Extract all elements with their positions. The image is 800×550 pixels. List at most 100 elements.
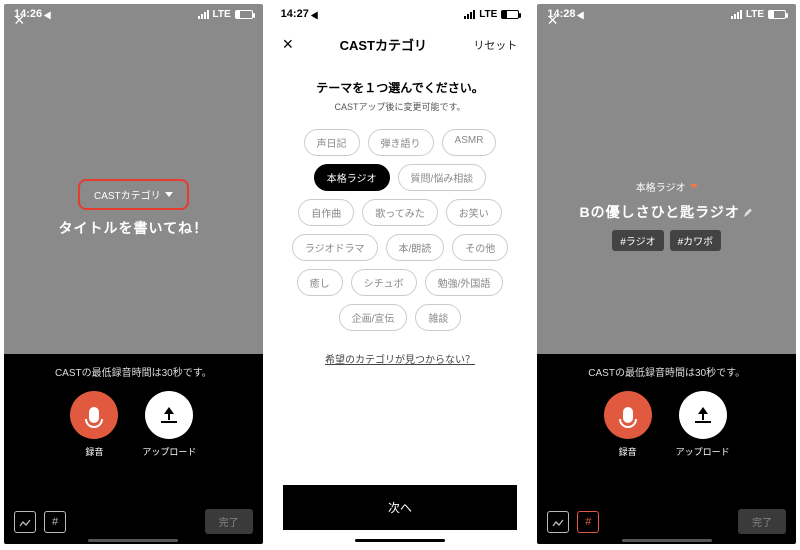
upload-button[interactable]: アップロード <box>676 391 730 458</box>
category-pill[interactable]: 声日記 <box>304 129 360 156</box>
record-label: 録音 <box>85 445 103 458</box>
battery-icon <box>235 10 253 19</box>
category-pill[interactable]: シチュボ <box>351 269 417 296</box>
done-button[interactable]: 完了 <box>738 509 786 534</box>
location-icon <box>44 9 54 19</box>
screen-2-category-picker: 14:27 LTE × CASTカテゴリ リセット テーマを１つ選んでください。… <box>271 4 530 544</box>
action-buttons: 録音 アップロード <box>70 391 196 458</box>
record-circle <box>70 391 118 439</box>
image-tool-icon[interactable] <box>547 511 569 533</box>
network-label: LTE <box>746 9 764 20</box>
action-buttons: 録音 アップロード <box>604 391 730 458</box>
status-time: 14:27 <box>281 8 309 20</box>
category-modal: 14:27 LTE × CASTカテゴリ リセット テーマを１つ選んでください。… <box>271 4 530 544</box>
hashtag-tool-icon[interactable]: # <box>577 511 599 533</box>
next-label: 次へ <box>388 501 412 515</box>
network-label: LTE <box>479 9 497 20</box>
record-button[interactable]: 録音 <box>70 391 118 458</box>
category-pill[interactable]: 勉強/外国語 <box>425 269 504 296</box>
category-pill[interactable]: 自作曲 <box>298 199 354 226</box>
category-label: 本格ラジオ <box>636 179 686 194</box>
battery-icon <box>768 10 786 19</box>
upper-panel: 14:28 LTE × 本格ラジオ Bの優しさひと匙ラジオ #ラジオ #カワボ <box>537 4 796 354</box>
category-pill[interactable]: 本格ラジオ <box>314 164 390 191</box>
hashtag-chip[interactable]: #カワボ <box>670 230 722 251</box>
hashtag-chip[interactable]: #ラジオ <box>612 230 663 251</box>
status-right: LTE <box>198 9 253 20</box>
signal-icon <box>198 10 209 19</box>
mic-icon <box>89 407 99 423</box>
chevron-down-icon <box>690 184 698 189</box>
close-icon[interactable]: × <box>547 10 558 31</box>
screen-1-recorder-empty: 14:26 LTE × CASTカテゴリ タイトルを書いてね！ CASTの最低録… <box>4 4 263 544</box>
center-stack: 本格ラジオ Bの優しさひと匙ラジオ #ラジオ #カワボ <box>537 179 796 251</box>
hashtag-row: #ラジオ #カワボ <box>612 230 721 251</box>
status-bar: 14:27 LTE <box>271 4 530 24</box>
lower-panel: CASTの最低録音時間は30秒です。 録音 アップロード # 完了 <box>4 354 263 544</box>
chevron-down-icon <box>165 192 173 197</box>
modal-header: × CASTカテゴリ リセット <box>271 24 530 65</box>
signal-icon <box>464 10 475 19</box>
upload-label: アップロード <box>142 445 196 458</box>
upload-icon <box>695 407 711 423</box>
min-record-text: CASTの最低録音時間は30秒です。 <box>55 364 212 379</box>
image-tool-icon[interactable] <box>14 511 36 533</box>
screen-3-recorder-filled: 14:28 LTE × 本格ラジオ Bの優しさひと匙ラジオ #ラジオ#カワボ C <box>537 4 796 544</box>
missing-category-link[interactable]: 希望のカテゴリが見つからない？ <box>271 351 530 366</box>
hashtag-tool-icon[interactable]: # <box>44 511 66 533</box>
bottom-toolbar: # 完了 <box>537 509 796 534</box>
status-right: LTE <box>731 9 786 20</box>
done-label: 完了 <box>752 518 772 529</box>
location-icon <box>311 9 321 19</box>
reset-button[interactable]: リセット <box>473 37 517 53</box>
next-button[interactable]: 次へ <box>283 485 518 530</box>
mic-icon <box>623 407 633 423</box>
category-pill[interactable]: ASMR <box>442 129 497 156</box>
min-record-text: CASTの最低録音時間は30秒です。 <box>588 364 745 379</box>
category-pill[interactable]: その他 <box>452 234 508 261</box>
status-right: LTE <box>464 9 519 20</box>
title-input[interactable]: Bの優しさひと匙ラジオ <box>579 202 753 222</box>
home-indicator <box>88 539 178 542</box>
done-label: 完了 <box>219 518 239 529</box>
modal-title: CASTカテゴリ <box>340 35 427 54</box>
signal-icon <box>731 10 742 19</box>
category-pill[interactable]: 企画/宣伝 <box>339 304 408 331</box>
category-pill[interactable]: 癒し <box>297 269 343 296</box>
done-button[interactable]: 完了 <box>205 509 253 534</box>
record-circle <box>604 391 652 439</box>
title-text: Bの優しさひと匙ラジオ <box>579 202 739 222</box>
location-icon <box>577 9 587 19</box>
close-icon[interactable]: × <box>14 10 25 31</box>
record-label: 録音 <box>619 445 637 458</box>
upload-circle <box>145 391 193 439</box>
upload-button[interactable]: アップロード <box>142 391 196 458</box>
upload-icon <box>161 407 177 423</box>
record-button[interactable]: 録音 <box>604 391 652 458</box>
category-selector[interactable]: 本格ラジオ <box>636 179 698 194</box>
close-icon[interactable]: × <box>283 34 294 55</box>
center-stack: CASTカテゴリ タイトルを書いてね！ <box>4 179 263 238</box>
subtitle: テーマを１つ選んでください。 <box>271 79 530 96</box>
category-selector[interactable]: CASTカテゴリ <box>78 179 189 210</box>
category-pill[interactable]: 弾き語り <box>368 129 434 156</box>
upload-label: アップロード <box>676 445 730 458</box>
category-pill[interactable]: 本/朗読 <box>386 234 445 261</box>
status-time-group: 14:27 <box>281 8 320 20</box>
category-pill[interactable]: 雑談 <box>415 304 461 331</box>
title-input[interactable]: タイトルを書いてね！ <box>59 218 209 238</box>
category-list: 声日記弾き語り ASMR 本格ラジオ質問/悩み相談自作曲歌ってみたお笑いラジオドラマ… <box>271 113 530 339</box>
category-pill[interactable]: お笑い <box>446 199 502 226</box>
category-pill[interactable]: ラジオドラマ <box>292 234 378 261</box>
upper-panel: 14:26 LTE × CASTカテゴリ タイトルを書いてね！ <box>4 4 263 354</box>
battery-icon <box>501 10 519 19</box>
upload-circle <box>679 391 727 439</box>
home-indicator <box>355 539 445 542</box>
home-indicator <box>622 539 712 542</box>
category-pill[interactable]: 質問/悩み相談 <box>398 164 487 191</box>
pencil-icon <box>744 207 754 217</box>
category-pill[interactable]: 歌ってみた <box>362 199 438 226</box>
lower-panel: CASTの最低録音時間は30秒です。 録音 アップロード # 完了 <box>537 354 796 544</box>
status-bar: 14:28 LTE <box>537 4 796 24</box>
bottom-toolbar: # 完了 <box>4 509 263 534</box>
